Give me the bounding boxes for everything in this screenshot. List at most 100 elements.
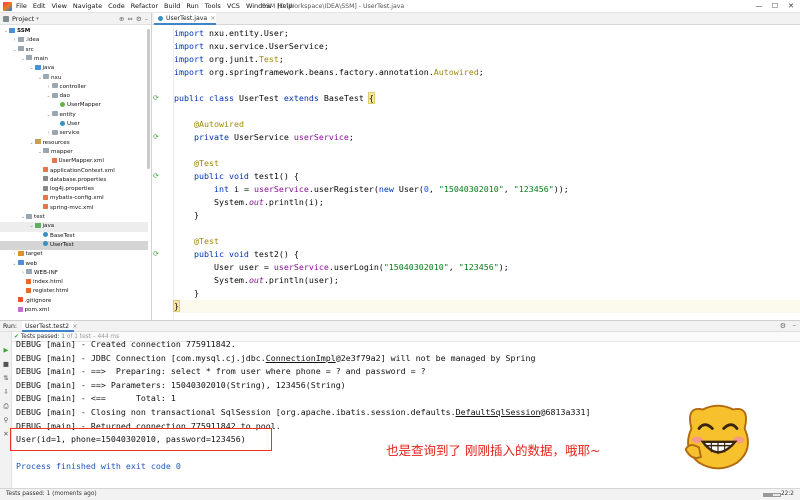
menu-tools[interactable]: Tools [205,2,221,10]
project-tree: ⌄ SSM › .idea ⌄ src ⌄ main ⌄ java ⌄ nxu › controller ⌄… [0,25,152,320]
memory-indicator[interactable] [763,493,781,497]
tree-item-label: nxu [51,74,62,81]
chevron-down-icon[interactable]: ⌄ [46,92,52,101]
tab-run-configuration[interactable]: UserTest.test2 × [22,321,77,332]
tree-item-label: WEB-INF [34,269,58,276]
tree-item[interactable]: applicationContext.xml [0,167,148,176]
gear-icon[interactable]: ⚙ [780,322,786,330]
tree-item-label: dao [59,93,70,100]
maximize-button[interactable]: ☐ [770,2,780,11]
menu-vcs[interactable]: VCS [227,2,240,10]
import-icon[interactable]: ⇩ [2,388,10,396]
tree-item[interactable]: ⌄ java [0,64,148,73]
add-icon[interactable]: ⊕ [119,15,124,23]
tree-item[interactable]: pom.xml [0,306,148,315]
close-tab-icon[interactable]: × [72,323,77,330]
tree-item[interactable]: ⌄ mapper [0,148,148,157]
tree-item[interactable]: register.html [0,287,148,296]
web-folder-icon [17,260,24,265]
tree-item[interactable]: spring-mvc.xml [0,204,148,213]
code-editor[interactable]: import nxu.entity.User; import nxu.servic… [173,25,800,320]
print-icon[interactable]: ⎙ [2,402,10,410]
chevron-right-icon[interactable]: › [12,250,18,259]
tree-item[interactable]: index.html [0,278,148,287]
tree-item[interactable]: ⌄ main [0,55,148,64]
chevron-down-icon[interactable]: ⌄ [12,260,18,269]
menu-navigate[interactable]: Navigate [73,2,102,10]
chevron-down-icon[interactable]: ⌄ [29,64,35,73]
chevron-down-icon[interactable]: ⌄ [29,222,35,231]
tree-item[interactable]: ⌄ resources [0,139,148,148]
chevron-down-icon[interactable]: ▾ [36,16,39,22]
tree-item[interactable]: ⌄ java [0,222,148,232]
sort-icon[interactable]: ⇅ [2,374,10,382]
chevron-right-icon[interactable]: › [46,129,52,138]
tree-item[interactable]: ⌄ entity [0,111,148,120]
run-test2-icon[interactable]: ⟳ [153,250,162,258]
menu-file[interactable]: File [16,2,27,10]
tree-item[interactable]: .gitignore [0,297,148,306]
package-icon [43,74,49,79]
menu-edit[interactable]: Edit [33,2,46,10]
code-token: { [367,92,375,104]
tree-item[interactable]: › target [0,250,148,259]
console-token: Process finished with exit code 0 [16,461,181,472]
tree-item[interactable]: › WEB-INF [0,269,148,278]
tree-item[interactable]: ⌄ src [0,46,148,55]
status-message[interactable]: Tests passed: 1 (moments ago) [6,491,97,497]
tree-item[interactable]: UserMapper [0,101,148,110]
tree-item[interactable]: ⌄ web [0,260,148,269]
trash-icon[interactable]: ✕ [2,430,10,438]
tree-item-label: main [34,55,48,62]
tree-scrollbar[interactable] [147,29,150,169]
code-token: .userRegister( [308,184,379,194]
project-view-selector[interactable]: Project [12,15,34,23]
caret-position[interactable]: 22:2 [781,491,794,497]
chevron-down-icon[interactable]: ⌄ [29,139,35,148]
code-token: new [378,184,394,194]
run-class-icon[interactable]: ⟳ [153,94,162,102]
minimize-button[interactable]: — [754,2,764,11]
interface-icon [60,101,65,107]
chevron-right-icon[interactable]: › [12,36,18,45]
tree-item[interactable]: › .idea [0,36,148,45]
console-token: DEBUG [main] - JDBC Connection [com.mysq… [16,352,266,363]
close-window-button[interactable]: ✕ [786,2,796,11]
tab-usertest-java[interactable]: UserTest.java × [154,13,216,25]
stop-icon[interactable]: ■ [2,360,10,368]
hide-icon[interactable]: – [793,321,797,329]
tree-item[interactable]: User [0,120,148,129]
tree-item[interactable]: ⌄ test [0,213,148,222]
chevron-right-icon[interactable]: › [46,83,52,92]
console-token: DEBUG [main] - ==> Preparing: select * f… [16,366,426,377]
tree-item[interactable]: database.properties [0,176,148,185]
menu-code[interactable]: Code [108,2,125,10]
code-line: @Test [174,157,219,170]
tree-item[interactable]: log4j.properties [0,185,148,194]
rerun-icon[interactable]: ▶ [2,346,10,354]
editor-gutter: ⟳ ⟳ ⟳ ⟳ [152,25,174,320]
hide-icon[interactable]: – [145,15,148,23]
pin-icon[interactable]: ⚲ [2,416,10,424]
bean-icon[interactable]: ⟳ [153,133,162,141]
tree-item[interactable]: ⌄ nxu [0,74,148,83]
tree-item[interactable]: UserTest [0,240,148,251]
tree-item[interactable]: ⌄ SSM [0,27,148,36]
menu-build[interactable]: Build [164,2,180,10]
collapse-all-icon[interactable]: ⇔ [127,15,132,23]
menu-run[interactable]: Run [186,2,198,10]
tree-item[interactable]: › controller [0,83,148,92]
tree-item[interactable]: ⌄ dao [0,92,148,101]
tree-item[interactable]: BaseTest [0,232,148,241]
chevron-down-icon[interactable]: ⌄ [12,46,18,55]
tree-item[interactable]: › service [0,129,148,138]
gear-icon[interactable]: ⚙ [136,15,142,23]
chevron-down-icon[interactable]: ⌄ [46,111,52,120]
tree-item[interactable]: mybatis-config.xml [0,194,148,203]
menu-view[interactable]: View [51,2,66,10]
tree-item[interactable]: UserMapper.xml [0,157,148,166]
close-tab-icon[interactable]: × [210,15,215,22]
menu-refactor[interactable]: Refactor [131,2,158,10]
run-test1-icon[interactable]: ⟳ [153,172,162,180]
